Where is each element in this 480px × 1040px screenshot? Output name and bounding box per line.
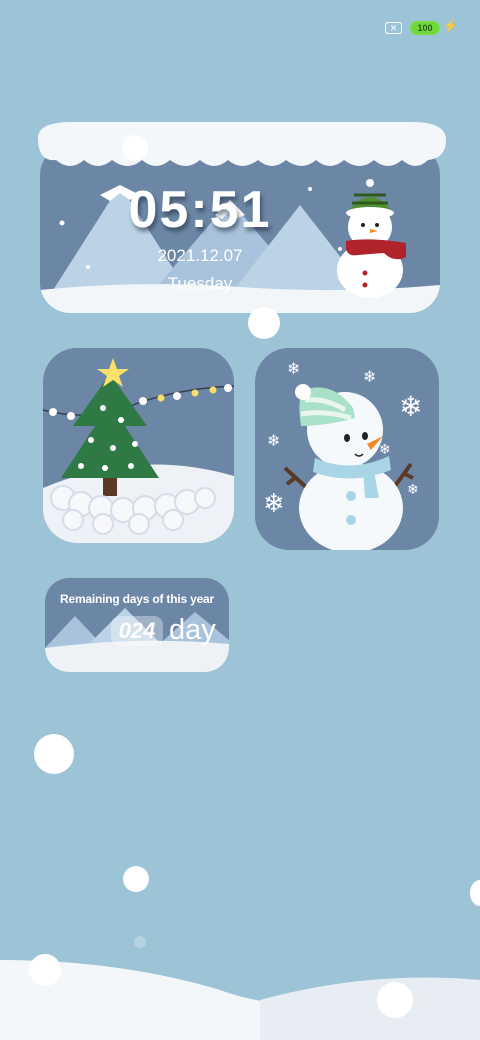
sim-off-icon: ✕ xyxy=(385,22,402,34)
snowflake xyxy=(34,734,74,774)
remaining-days-widget[interactable]: Remaining days of this year 024 day xyxy=(45,578,229,672)
lightning-bolt-icon: ⚡ xyxy=(443,19,458,33)
clock-date: 2021.12.07 xyxy=(157,246,243,265)
svg-text:❄: ❄ xyxy=(399,390,422,423)
snowman-widget[interactable]: ❄ ❄ ❄ ❄ ❄ ❄ ❄ xyxy=(255,348,439,550)
christmas-tree-widget[interactable] xyxy=(43,348,234,543)
status-bar: ✕ 100 ⚡ xyxy=(0,0,480,56)
snow-cap-decoration xyxy=(38,122,446,166)
snowflake xyxy=(248,307,280,339)
svg-text:❄: ❄ xyxy=(379,442,391,458)
clock-time: 05:51 xyxy=(128,181,272,239)
battery-icon: 100 xyxy=(410,21,440,35)
days-unit: day xyxy=(169,614,216,646)
snowflake xyxy=(123,866,149,892)
snowflake xyxy=(470,880,480,906)
svg-text:❄: ❄ xyxy=(287,359,300,378)
christmas-tree-icon xyxy=(43,358,234,543)
days-widget-title: Remaining days of this year xyxy=(60,592,214,606)
snowman-icon: ❄ ❄ ❄ ❄ ❄ ❄ ❄ xyxy=(263,359,422,550)
svg-text:❄: ❄ xyxy=(363,367,376,386)
svg-text:❄: ❄ xyxy=(267,431,280,450)
snow-ground xyxy=(0,954,480,1040)
svg-text:❄: ❄ xyxy=(263,489,285,519)
svg-text:❄: ❄ xyxy=(407,482,419,498)
clock-weekday: Tuesday xyxy=(167,274,233,293)
days-count: 024 xyxy=(111,616,163,646)
